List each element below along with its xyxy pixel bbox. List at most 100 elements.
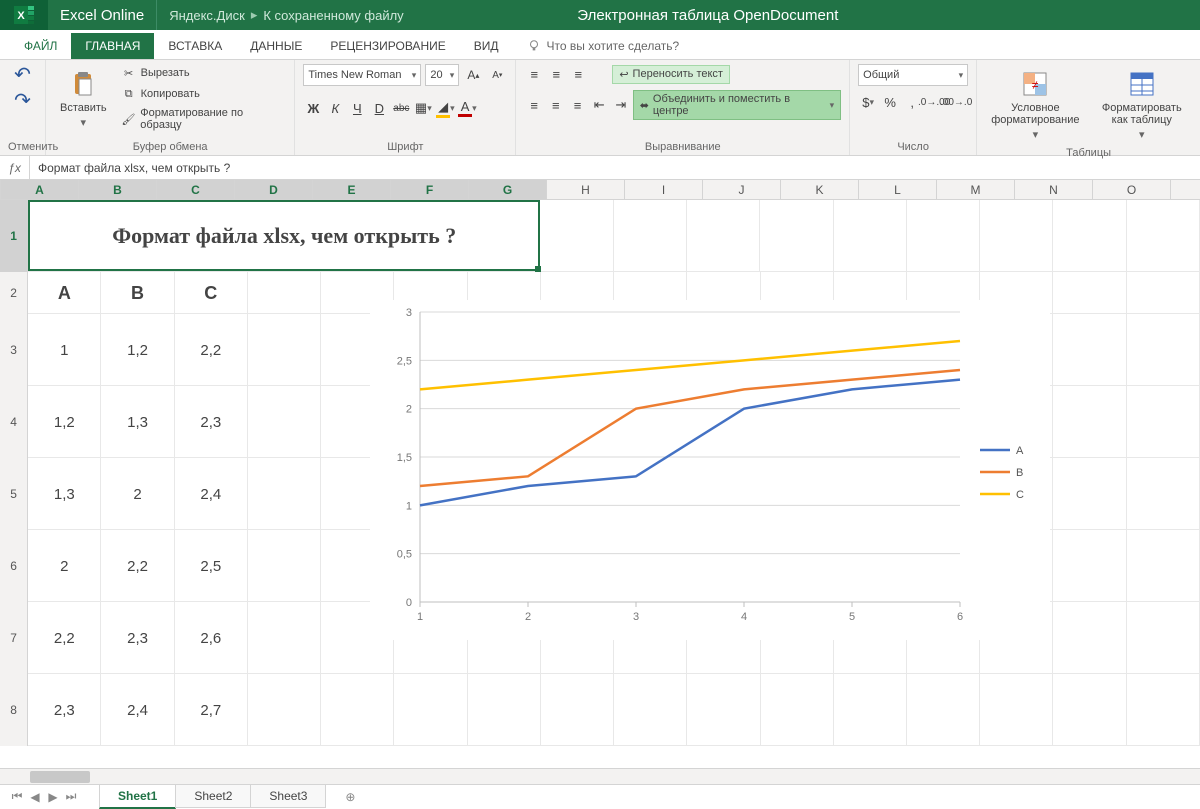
cell[interactable]	[321, 674, 394, 746]
cell[interactable]	[614, 200, 687, 272]
cell[interactable]	[1127, 314, 1200, 386]
cell[interactable]	[980, 674, 1053, 746]
cell[interactable]: 1,2	[28, 386, 101, 458]
tab-insert[interactable]: ВСТАВКА	[154, 33, 236, 59]
format-as-table-button[interactable]: Форматировать как таблицу▾	[1092, 64, 1192, 145]
fill-color-button[interactable]: ◢▾	[435, 98, 455, 118]
percent-button[interactable]: %	[880, 92, 900, 112]
tab-file[interactable]: ФАЙЛ	[10, 33, 71, 59]
cell[interactable]: 2,5	[175, 530, 248, 602]
align-center-button[interactable]: ≡	[546, 95, 566, 115]
cell[interactable]: 2,4	[101, 674, 174, 746]
cell[interactable]	[614, 674, 687, 746]
copy-button[interactable]: ⧉Копировать	[119, 85, 287, 103]
paste-button[interactable]: Вставить ▾	[54, 64, 113, 133]
column-header-I[interactable]: I	[625, 180, 703, 199]
tab-view[interactable]: ВИД	[460, 33, 513, 59]
decrease-indent-button[interactable]: ⇤	[589, 95, 609, 115]
cell[interactable]	[1127, 272, 1200, 314]
column-header-G[interactable]: G	[469, 180, 547, 199]
merged-title-cell[interactable]: Формат файла xlsx, чем открыть ?	[28, 200, 540, 271]
cell[interactable]	[248, 458, 321, 530]
formula-input[interactable]: Формат файла xlsx, чем открыть ?	[30, 161, 230, 175]
cell[interactable]	[248, 386, 321, 458]
decrease-decimal-button[interactable]: .00→.0	[946, 92, 966, 112]
column-header-L[interactable]: L	[859, 180, 937, 199]
column-header-F[interactable]: F	[391, 180, 469, 199]
cell[interactable]: A	[28, 272, 101, 314]
cell[interactable]	[687, 674, 760, 746]
shrink-font-button[interactable]: A▾	[487, 65, 507, 85]
column-header-E[interactable]: E	[313, 180, 391, 199]
cell[interactable]	[1053, 386, 1126, 458]
embedded-chart[interactable]: 00,511,522,53123456ABC	[370, 300, 1050, 640]
align-left-button[interactable]: ≡	[524, 95, 544, 115]
bold-button[interactable]: Ж	[303, 98, 323, 118]
cell[interactable]	[1053, 602, 1126, 674]
font-size-select[interactable]: 20▾	[425, 64, 459, 86]
font-color-button[interactable]: A▾	[457, 98, 477, 118]
cell[interactable]	[1053, 530, 1126, 602]
cell[interactable]	[687, 200, 760, 272]
column-header-B[interactable]: B	[79, 180, 157, 199]
cell[interactable]	[834, 200, 907, 272]
conditional-formatting-button[interactable]: ≠ Условное форматирование▾	[985, 64, 1085, 145]
add-sheet-button[interactable]: ⊕	[338, 790, 362, 804]
cell[interactable]	[248, 674, 321, 746]
cell[interactable]: 1	[28, 314, 101, 386]
format-painter-button[interactable]: 🖌Форматирование по образцу	[119, 106, 287, 132]
cell[interactable]	[468, 674, 541, 746]
horizontal-scrollbar[interactable]	[0, 768, 1200, 784]
column-header-P[interactable]: P	[1171, 180, 1200, 199]
currency-button[interactable]: $▾	[858, 92, 878, 112]
cell[interactable]	[1127, 458, 1200, 530]
cell[interactable]	[1127, 386, 1200, 458]
crumb-file[interactable]: К сохраненному файлу	[263, 8, 403, 23]
sheet-tab-2[interactable]: Sheet2	[175, 785, 251, 808]
cell[interactable]: 2,3	[101, 602, 174, 674]
wrap-text-button[interactable]: ↩Переносить текст	[612, 65, 730, 84]
row-header-1[interactable]: 1	[0, 200, 28, 272]
spreadsheet-grid[interactable]: ABCDEFGHIJKLMNOP 1Формат файла xlsx, чем…	[0, 180, 1200, 768]
column-header-C[interactable]: C	[157, 180, 235, 199]
cell[interactable]: 2,7	[175, 674, 248, 746]
cell[interactable]	[1127, 200, 1200, 272]
fx-icon[interactable]: ƒx	[0, 156, 30, 179]
cell[interactable]	[248, 602, 321, 674]
cell[interactable]	[980, 200, 1053, 272]
cell[interactable]	[248, 314, 321, 386]
column-header-J[interactable]: J	[703, 180, 781, 199]
column-header-N[interactable]: N	[1015, 180, 1093, 199]
align-right-button[interactable]: ≡	[568, 95, 588, 115]
cell[interactable]: 2,2	[101, 530, 174, 602]
cell[interactable]	[834, 674, 907, 746]
cell[interactable]	[761, 674, 834, 746]
cell[interactable]: 2,2	[28, 602, 101, 674]
column-header-O[interactable]: O	[1093, 180, 1171, 199]
cell[interactable]	[1127, 530, 1200, 602]
sheet-nav-prev[interactable]: ◀	[26, 790, 44, 804]
cell[interactable]	[248, 272, 321, 314]
cell[interactable]: C	[175, 272, 248, 314]
cell[interactable]: B	[101, 272, 174, 314]
cell[interactable]	[907, 674, 980, 746]
cell[interactable]	[1053, 458, 1126, 530]
redo-button[interactable]: ↷	[13, 90, 33, 110]
merge-center-button[interactable]: ⬌Объединить и поместить в центре▾	[633, 90, 841, 120]
cell[interactable]: 2,4	[175, 458, 248, 530]
cell[interactable]	[248, 530, 321, 602]
underline-button[interactable]: Ч	[347, 98, 367, 118]
cell[interactable]: 1,3	[101, 386, 174, 458]
cell[interactable]: 2,3	[175, 386, 248, 458]
sheet-tab-1[interactable]: Sheet1	[99, 785, 176, 809]
italic-button[interactable]: К	[325, 98, 345, 118]
sheet-nav-next[interactable]: ▶	[44, 790, 62, 804]
tab-review[interactable]: РЕЦЕНЗИРОВАНИЕ	[316, 33, 459, 59]
number-format-select[interactable]: Общий▾	[858, 64, 968, 86]
column-header-A[interactable]: A	[1, 180, 79, 199]
double-underline-button[interactable]: D	[369, 98, 389, 118]
cell[interactable]: 2,2	[175, 314, 248, 386]
cell[interactable]	[1053, 272, 1126, 314]
row-header-2[interactable]: 2	[0, 272, 28, 314]
font-name-select[interactable]: Times New Roman▾	[303, 64, 421, 86]
